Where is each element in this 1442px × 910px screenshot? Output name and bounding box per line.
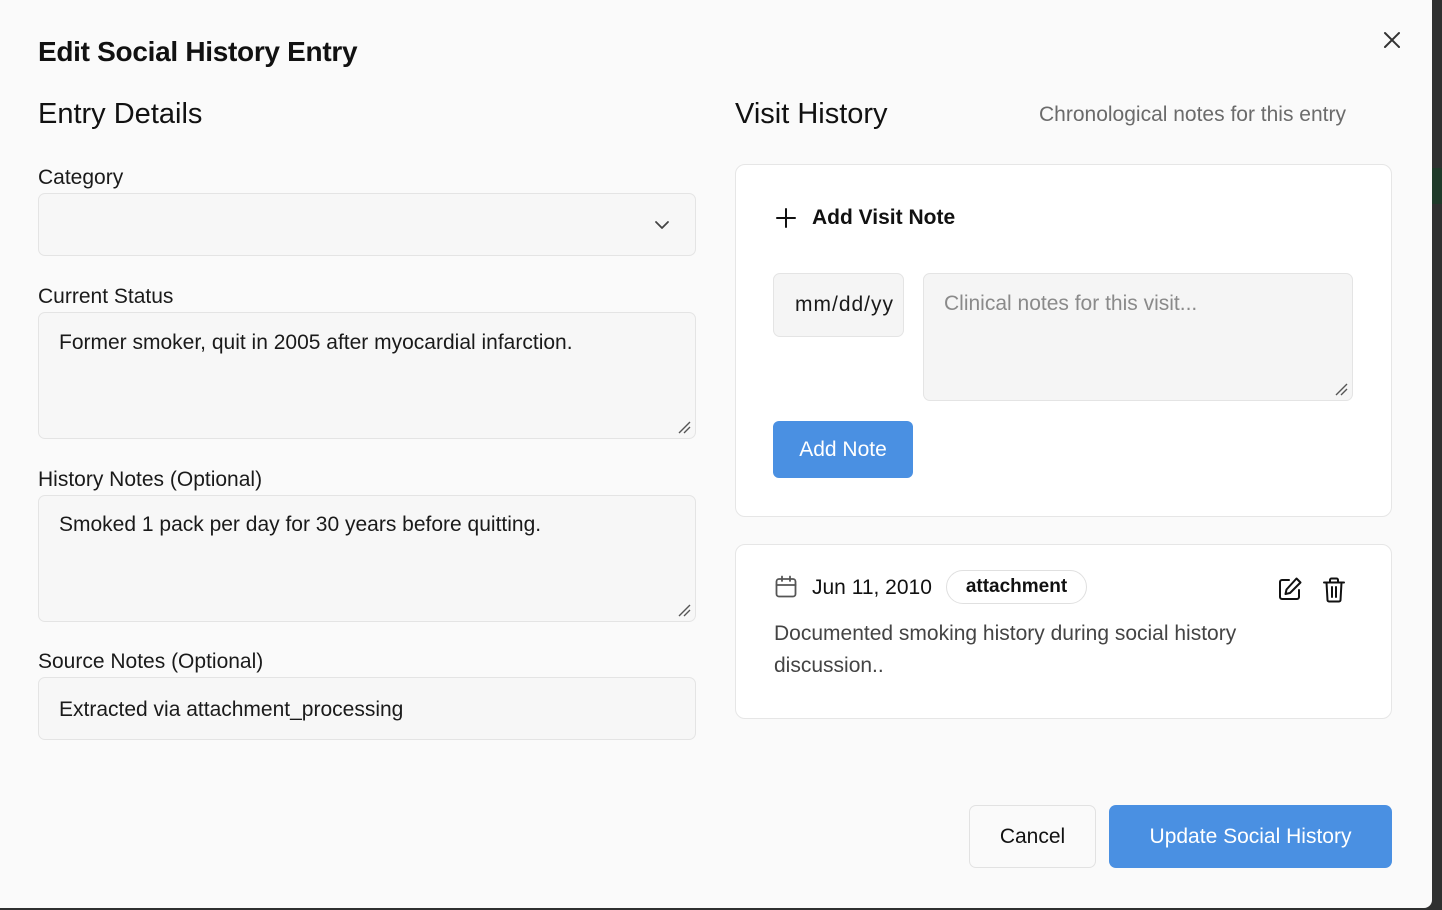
current-status-textarea[interactable]: Former smoker, quit in 2005 after myocar… — [38, 312, 696, 439]
background-page-fragment — [1432, 168, 1442, 204]
edit-social-history-dialog: Edit Social History Entry Entry Details … — [0, 0, 1432, 908]
resize-handle-icon[interactable] — [677, 420, 691, 434]
cancel-button[interactable]: Cancel — [969, 805, 1096, 868]
plus-icon — [776, 208, 796, 228]
category-label: Category — [38, 166, 124, 189]
visit-date-input[interactable]: mm/dd/yy — [773, 273, 904, 337]
history-notes-textarea[interactable]: Smoked 1 pack per day for 30 years befor… — [38, 495, 696, 622]
visit-note-date: Jun 11, 2010 — [812, 576, 932, 599]
source-notes-label: Source Notes (Optional) — [38, 650, 264, 673]
visit-history-subtitle: Chronological notes for this entry — [1039, 103, 1346, 126]
entry-details-heading: Entry Details — [38, 98, 203, 130]
add-note-button[interactable]: Add Note — [773, 421, 913, 478]
visit-notes-textarea[interactable]: Clinical notes for this visit... — [923, 273, 1353, 401]
visit-note-text: Documented smoking history during social… — [774, 622, 1237, 677]
resize-handle-icon[interactable] — [677, 603, 691, 617]
current-status-label: Current Status — [38, 285, 174, 308]
source-notes-input[interactable]: Extracted via attachment_processing — [38, 677, 696, 740]
trash-icon[interactable] — [1322, 577, 1346, 603]
visit-history-heading: Visit History — [735, 98, 888, 130]
history-notes-label: History Notes (Optional) — [38, 468, 263, 491]
history-notes-value: Smoked 1 pack per day for 30 years befor… — [59, 513, 542, 536]
current-status-value: Former smoker, quit in 2005 after myocar… — [59, 331, 573, 354]
close-button[interactable] — [1378, 26, 1406, 54]
update-social-history-button[interactable]: Update Social History — [1109, 805, 1392, 868]
edit-icon[interactable] — [1277, 576, 1303, 602]
add-visit-note-title: Add Visit Note — [812, 206, 956, 229]
close-icon — [1384, 32, 1400, 48]
source-badge: attachment — [946, 570, 1087, 604]
category-select[interactable] — [38, 193, 696, 256]
resize-handle-icon[interactable] — [1334, 382, 1348, 396]
calendar-icon — [775, 575, 797, 598]
source-notes-value: Extracted via attachment_processing — [59, 698, 404, 721]
visit-notes-placeholder: Clinical notes for this visit... — [944, 292, 1198, 315]
chevron-down-icon — [655, 221, 669, 229]
dialog-title: Edit Social History Entry — [38, 36, 358, 67]
